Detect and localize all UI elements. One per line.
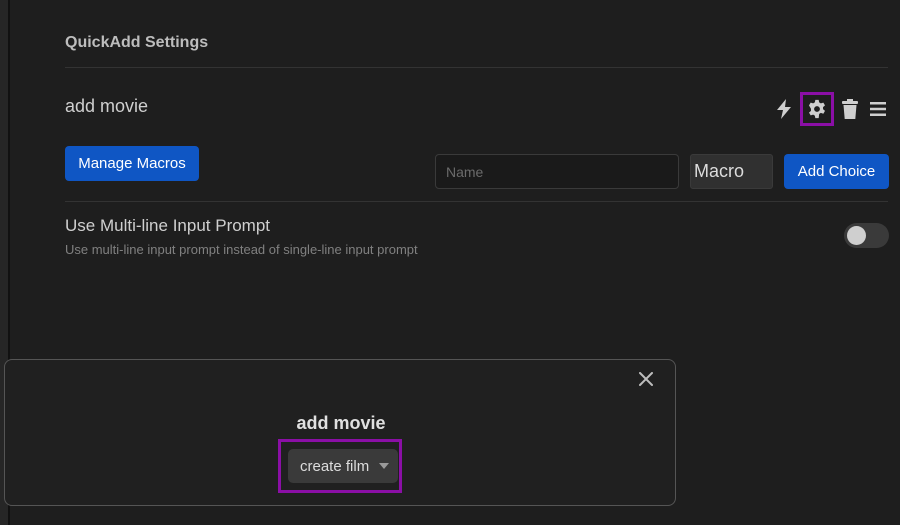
- multiline-toggle[interactable]: [844, 223, 889, 248]
- dropdown-value: create film: [300, 457, 370, 475]
- multiline-setting-description: Use multi-line input prompt instead of s…: [65, 242, 418, 257]
- dropdown-highlight: create film: [278, 439, 402, 493]
- divider: [65, 201, 888, 202]
- settings-heading: QuickAdd Settings: [65, 34, 209, 51]
- chevron-down-icon: [379, 463, 389, 469]
- multiline-setting-title: Use Multi-line Input Prompt: [65, 216, 271, 235]
- lightning-icon[interactable]: [772, 95, 796, 123]
- choice-name-input[interactable]: [435, 154, 679, 189]
- drag-handle-icon[interactable]: [866, 95, 890, 123]
- divider: [65, 67, 888, 68]
- close-icon[interactable]: [635, 368, 657, 390]
- add-choice-button[interactable]: Add Choice: [784, 154, 889, 189]
- settings-page: QuickAdd Settings add movie Manage Macro…: [0, 0, 900, 525]
- suggester-modal: add movie create film: [4, 359, 676, 506]
- gear-icon[interactable]: [800, 92, 834, 126]
- trash-icon[interactable]: [838, 95, 862, 123]
- choice-dropdown[interactable]: create film: [288, 449, 398, 483]
- toggle-knob: [847, 226, 866, 245]
- modal-title: add movie: [296, 413, 386, 433]
- choice-name: add movie: [65, 96, 149, 116]
- choice-type-select[interactable]: Macro: [690, 154, 773, 189]
- manage-macros-button[interactable]: Manage Macros: [65, 146, 199, 181]
- choice-actions: [772, 92, 890, 126]
